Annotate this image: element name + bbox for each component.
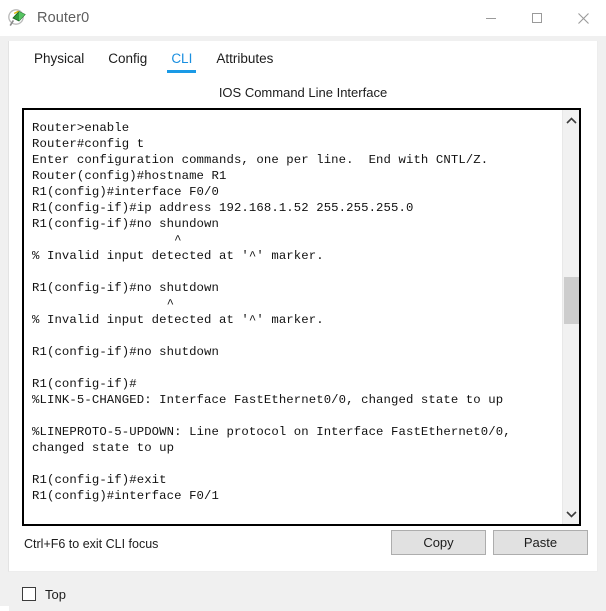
minimize-icon[interactable] — [468, 0, 514, 36]
close-icon[interactable] — [560, 0, 606, 36]
cli-scrollbar-thumb[interactable] — [564, 277, 579, 324]
top-checkbox[interactable] — [22, 587, 36, 601]
cli-terminal-text[interactable]: Router>enable Router#config t Enter conf… — [24, 110, 562, 524]
paste-button[interactable]: Paste — [493, 530, 588, 555]
tab-attributes-label: Attributes — [216, 51, 274, 67]
tab-config[interactable]: Config — [96, 41, 159, 76]
window-title: Router0 — [37, 10, 90, 26]
tab-physical-label: Physical — [34, 51, 85, 67]
cli-panel: Physical Config CLI Attributes IOS Comma… — [8, 41, 606, 611]
tab-active-indicator — [167, 70, 197, 73]
maximize-icon[interactable] — [514, 0, 560, 36]
tab-attributes[interactable]: Attributes — [204, 41, 285, 76]
chevron-up-icon[interactable] — [563, 112, 580, 129]
window-controls — [468, 0, 606, 36]
copy-button[interactable]: Copy — [391, 530, 486, 555]
tab-cli[interactable]: CLI — [159, 41, 204, 76]
title-bar: Router0 — [0, 0, 606, 36]
chevron-down-icon[interactable] — [563, 505, 580, 522]
cli-focus-hint: Ctrl+F6 to exit CLI focus — [24, 537, 159, 551]
tab-config-label: Config — [108, 51, 148, 67]
top-checkbox-label: Top — [45, 586, 66, 602]
router-cli-window: Router0 Physical Config CLI Attributes I… — [0, 0, 606, 611]
tab-cli-label: CLI — [171, 51, 193, 67]
tab-strip: Physical Config CLI Attributes — [9, 41, 597, 76]
tab-physical[interactable]: Physical — [22, 41, 96, 76]
cli-terminal[interactable]: Router>enable Router#config t Enter conf… — [22, 108, 581, 526]
client-area: Physical Config CLI Attributes IOS Comma… — [0, 36, 606, 611]
router-device-icon — [8, 8, 30, 28]
cli-scrollbar[interactable] — [562, 110, 579, 524]
cli-header-title: IOS Command Line Interface — [218, 85, 388, 100]
